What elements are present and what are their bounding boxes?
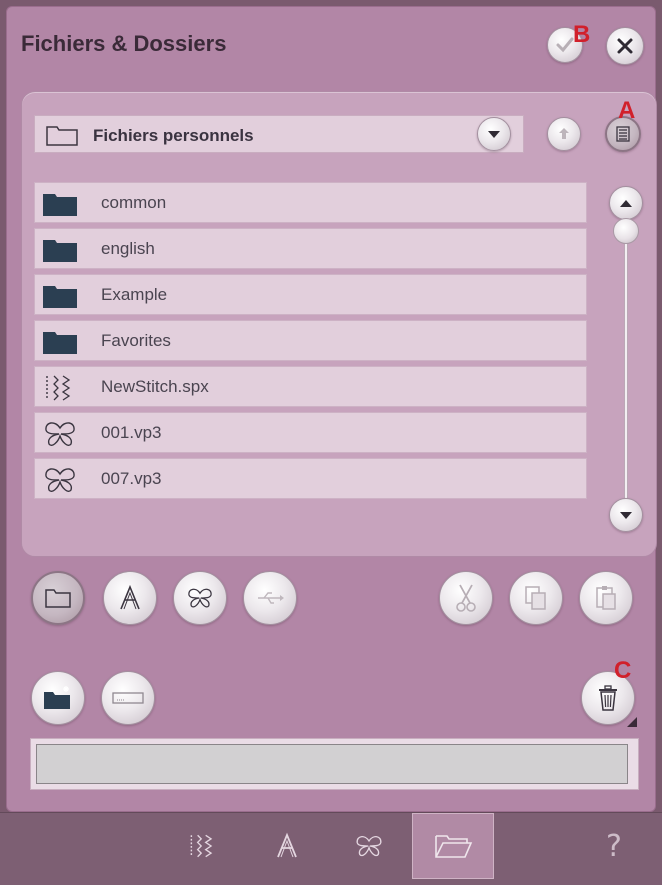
folder-icon — [43, 240, 77, 262]
file-name: common — [101, 193, 167, 212]
font-a-icon — [120, 584, 140, 610]
stitch-icon — [190, 834, 213, 858]
folder-outline-icon — [45, 589, 71, 608]
stitch-icon — [46, 375, 71, 401]
file-list-item[interactable]: 007.vp3 — [34, 458, 587, 499]
taskbar-help-button[interactable]: ? — [588, 813, 640, 879]
rename-field-icon — [112, 692, 144, 704]
scroll-down-button[interactable] — [609, 498, 643, 532]
trash-icon — [599, 685, 617, 711]
close-icon — [617, 38, 633, 54]
resize-corner-icon — [627, 717, 637, 727]
copy-icon — [525, 586, 546, 610]
file-name: english — [101, 239, 155, 258]
taskbar-tab-stitch[interactable] — [172, 813, 234, 879]
copy-button[interactable] — [509, 571, 563, 625]
close-button[interactable] — [606, 27, 644, 65]
usb-icon — [258, 592, 284, 604]
font-a-icon — [277, 832, 297, 858]
file-list-item[interactable]: 001.vp3 — [34, 412, 587, 453]
scissors-icon — [456, 584, 476, 612]
folder-icon — [43, 286, 77, 308]
folder-up-icon — [559, 128, 569, 139]
window-title: Fichiers & Dossiers — [21, 31, 227, 56]
chevron-up-icon — [620, 200, 632, 207]
folder-outline-icon — [46, 126, 78, 146]
file-manager-window: Fichiers & Dossiers B Fichiers personnel… — [6, 6, 657, 812]
taskbar-tab-fonts[interactable] — [256, 813, 318, 879]
butterfly-icon — [188, 588, 212, 608]
paste-icon — [596, 586, 616, 610]
butterfly-icon — [356, 836, 382, 857]
taskbar-tab-file-manager[interactable] — [412, 813, 494, 879]
file-list-item[interactable]: Favorites — [34, 320, 587, 361]
filter-all-button[interactable] — [31, 571, 85, 625]
scrollbar-thumb[interactable] — [613, 218, 639, 244]
folder-icon — [43, 332, 77, 354]
file-browser-panel: Fichiers personnels A common english Exa… — [21, 91, 657, 557]
chevron-down-icon — [488, 131, 500, 138]
folder-up-button[interactable] — [547, 117, 581, 151]
file-name: Favorites — [101, 331, 171, 350]
file-list-item[interactable]: Example — [34, 274, 587, 315]
paste-button[interactable] — [579, 571, 633, 625]
marker-c: C — [614, 657, 632, 684]
folder-dropdown-button[interactable] — [477, 117, 511, 151]
taskbar: ? — [0, 812, 662, 885]
new-folder-icon — [44, 686, 70, 709]
rename-button[interactable] — [101, 671, 155, 725]
filter-fonts-button[interactable] — [103, 571, 157, 625]
file-list-item[interactable]: common — [34, 182, 587, 223]
open-folder-icon — [435, 835, 473, 858]
folder-selector[interactable]: Fichiers personnels — [34, 115, 524, 153]
file-name: NewStitch.spx — [101, 377, 209, 396]
filter-embroidery-button[interactable] — [173, 571, 227, 625]
butterfly-icon — [45, 468, 75, 492]
taskbar-tab-embroidery[interactable] — [338, 813, 400, 879]
marker-a: A — [618, 97, 636, 124]
cut-button[interactable] — [439, 571, 493, 625]
file-name: 001.vp3 — [101, 423, 162, 442]
filter-usb-button[interactable] — [243, 571, 297, 625]
file-name: Example — [101, 285, 168, 304]
file-list-item[interactable]: english — [34, 228, 587, 269]
new-folder-button[interactable] — [31, 671, 85, 725]
scroll-up-button[interactable] — [609, 186, 643, 220]
folder-icon — [43, 194, 77, 216]
file-name: 007.vp3 — [101, 469, 162, 488]
file-list-item[interactable]: NewStitch.spx — [34, 366, 587, 407]
list-view-icon — [616, 126, 630, 142]
scrollbar-track[interactable] — [624, 234, 628, 504]
chevron-down-icon — [620, 512, 632, 519]
marker-b: B — [573, 21, 591, 48]
folder-selector-label: Fichiers personnels — [93, 126, 254, 145]
message-field — [36, 744, 628, 784]
butterfly-icon — [45, 422, 75, 446]
